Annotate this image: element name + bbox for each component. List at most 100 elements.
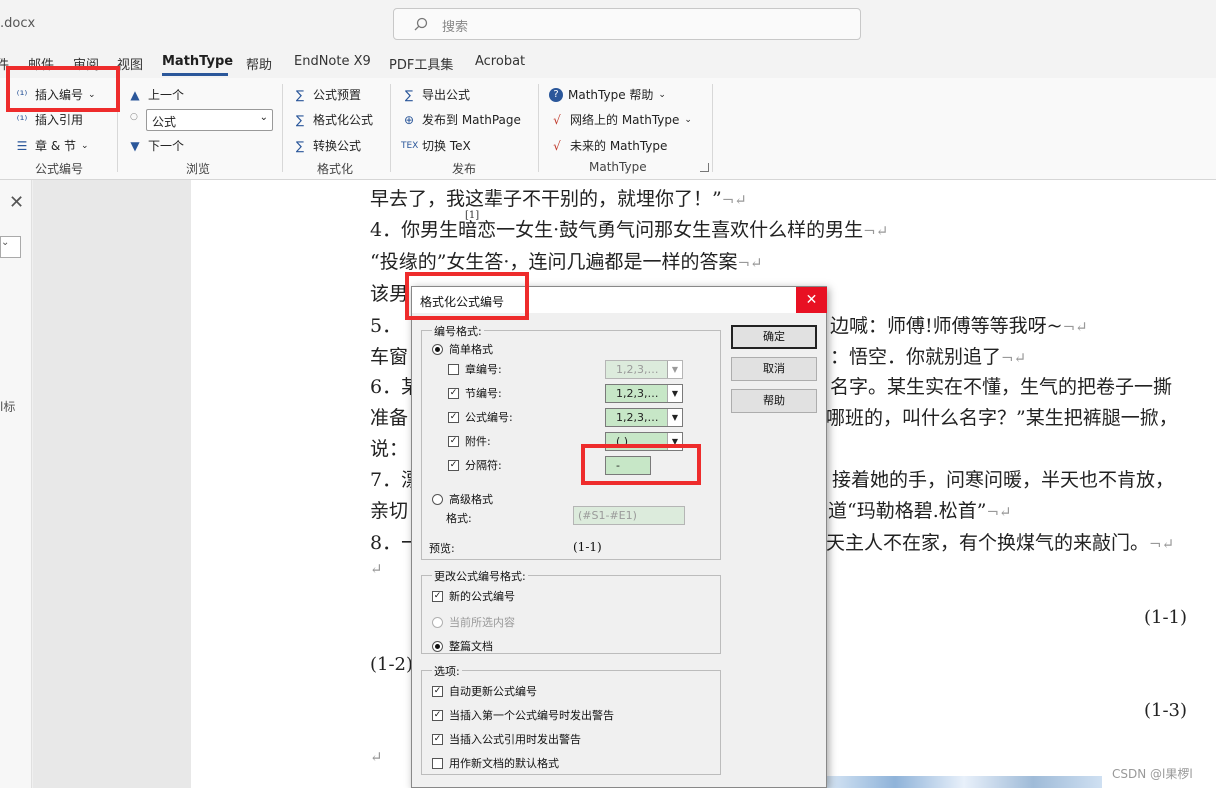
- group-separator: [712, 84, 713, 172]
- export-formula-button[interactable]: ∑ 导出公式: [401, 86, 470, 103]
- mathtype-online-label: 网络上的 MathType: [570, 113, 680, 127]
- separator-checkbox[interactable]: ✓ 分隔符:: [448, 457, 502, 473]
- next-button[interactable]: ▼ 下一个: [127, 137, 184, 154]
- chapter-section-button[interactable]: ☰ 章 & 节 ⌄: [14, 137, 89, 154]
- tab-mathtype[interactable]: MathType: [162, 54, 233, 69]
- mathtype-help-label: MathType 帮助: [568, 88, 654, 102]
- format-equation-numbers-dialog: 格式化公式编号 ✕ 编号格式: 简单格式 章编号: 1,2,3,… ▼ ✓ 节编号:…: [411, 286, 827, 788]
- document-image: [826, 776, 1102, 788]
- whole-document-radio[interactable]: 整篇文档: [432, 638, 493, 654]
- chevron-down-icon: ⌄: [81, 140, 89, 151]
- globe-icon: ⊕: [403, 112, 415, 127]
- toggle-tex-button[interactable]: TEX 切换 TeX: [401, 137, 471, 154]
- equation-number: (1-1): [1144, 607, 1188, 628]
- preview-label: 预览:: [429, 542, 455, 555]
- equation-number-checkbox[interactable]: ✓ 公式编号:: [448, 409, 513, 425]
- insert-reference-icon: ⁽¹⁾: [16, 112, 28, 127]
- ok-button[interactable]: 确定: [731, 325, 817, 349]
- doc-line-fragment: 接着她的手，问寒问暖，半天也不肯放，: [832, 469, 1175, 491]
- dialog-launcher-icon[interactable]: [700, 163, 709, 172]
- formula-preset-button[interactable]: ∑ 公式预置: [292, 86, 361, 103]
- group-label-formula-numbering: 公式编号: [35, 162, 84, 176]
- format-label: 格式:: [446, 512, 472, 525]
- default-format-checkbox[interactable]: 用作新文档的默认格式: [432, 755, 559, 771]
- doc-line-fragment: 边喊：师傅!师傅等等我呀~¬↵: [830, 315, 1088, 337]
- chapter-number-checkbox[interactable]: 章编号:: [448, 361, 502, 377]
- ribbon: ⁽¹⁾ 插入编号 ⌄ ⁽¹⁾ 插入引用 ☰ 章 & 节 ⌄ 公式编号 ▲ 上一个…: [0, 78, 1216, 180]
- cancel-button[interactable]: 取消: [731, 357, 817, 381]
- tab-view[interactable]: 视图: [117, 54, 143, 73]
- search-box[interactable]: 搜索: [393, 8, 861, 40]
- formula-preset-label: 公式预置: [313, 88, 362, 102]
- warn-reference-checkbox[interactable]: ✓ 当插入公式引用时发出警告: [432, 731, 581, 747]
- chapter-number-select: 1,2,3,… ▼: [605, 360, 683, 379]
- chevron-down-icon: ⌄: [259, 112, 268, 123]
- navigation-pane: ✕ ⌄ l标: [0, 180, 32, 788]
- pane-text-fragment: l标: [0, 400, 16, 414]
- arrow-up-icon: ▲: [130, 87, 140, 102]
- doc-line: 早去了，我这辈子不干别的，就埋你了！”¬↵: [370, 188, 747, 210]
- footnote-reference: [1]: [465, 210, 480, 221]
- simple-format-radio[interactable]: 简单格式: [432, 341, 493, 357]
- tab-acrobat[interactable]: Acrobat: [475, 54, 525, 69]
- export-formula-label: 导出公式: [422, 88, 471, 102]
- publish-mathpage-button[interactable]: ⊕ 发布到 MathPage: [401, 111, 521, 128]
- group-title: 选项:: [432, 663, 462, 679]
- format-input: (#S1-#E1): [573, 506, 685, 525]
- section-number-select[interactable]: 1,2,3,… ▼: [605, 384, 683, 403]
- search-placeholder: 搜索: [442, 20, 469, 35]
- group-label-browse: 浏览: [186, 162, 211, 176]
- doc-line-fragment: 天主人不在家，有个换煤气的来敲门。¬↵: [826, 532, 1175, 554]
- preview-value: (1-1): [573, 540, 602, 554]
- doc-line: 说：: [370, 438, 409, 460]
- doc-line: “投缘的”女生答·，连问几遍都是一样的答案¬↵: [370, 251, 763, 273]
- warn-first-number-checkbox[interactable]: ✓ 当插入第一个公式编号时发出警告: [432, 707, 614, 723]
- browse-type-select[interactable]: 公式 ⌄: [146, 109, 273, 131]
- equation-number-select[interactable]: 1,2,3,… ▼: [605, 408, 683, 427]
- toggle-tex-label: 切换 TeX: [422, 139, 471, 153]
- document-title: .docx: [0, 16, 36, 31]
- enclosure-checkbox[interactable]: ✓ 附件:: [448, 433, 491, 449]
- paragraph-mark: ↵: [370, 560, 383, 578]
- mathtype-future-button[interactable]: √ 未来的 MathType: [549, 137, 667, 154]
- pane-dropdown[interactable]: ⌄: [0, 236, 21, 258]
- doc-line: 5．: [370, 315, 402, 337]
- group-separator: [390, 84, 391, 172]
- previous-button[interactable]: ▲ 上一个: [127, 86, 184, 103]
- ribbon-tab-bar: 件 邮件 审阅 视图 MathType 帮助 EndNote X9 PDF工具集…: [0, 48, 1216, 78]
- paragraph-mark: ↵: [370, 748, 383, 766]
- auto-update-checkbox[interactable]: ✓ 自动更新公式编号: [432, 683, 537, 699]
- highlight-dialog-title: [405, 272, 529, 320]
- chevron-down-icon: ▼: [667, 361, 682, 378]
- new-numbers-checkbox[interactable]: ✓ 新的公式编号: [432, 588, 515, 604]
- chapter-section-label: 章 & 节: [35, 139, 76, 153]
- doc-line: 4．你男生暗恋一女生·鼓气勇气问那女生喜欢什么样的男生¬↵: [370, 219, 889, 241]
- insert-reference-button[interactable]: ⁽¹⁾ 插入引用: [14, 111, 83, 128]
- arrow-down-icon: ▼: [130, 138, 140, 153]
- title-bar: .docx 搜索: [0, 0, 1216, 48]
- publish-mathpage-label: 发布到 MathPage: [422, 113, 521, 127]
- close-icon[interactable]: ✕: [796, 287, 827, 313]
- mathtype-online-button[interactable]: √ 网络上的 MathType ⌄: [549, 111, 692, 128]
- tab-help[interactable]: 帮助: [246, 54, 272, 73]
- section-number-checkbox[interactable]: ✓ 节编号:: [448, 385, 502, 401]
- advanced-format-radio[interactable]: 高级格式: [432, 491, 493, 507]
- list-icon: ☰: [16, 138, 28, 153]
- convert-formula-button[interactable]: ∑ 转换公式: [292, 137, 361, 154]
- search-icon: [414, 17, 428, 31]
- help-button[interactable]: 帮助: [731, 389, 817, 413]
- watermark: CSDN @l果椤l: [1112, 767, 1193, 781]
- chevron-down-icon: ⌄: [684, 114, 692, 125]
- group-label-publish: 发布: [452, 162, 477, 176]
- chevron-down-icon: ▼: [667, 385, 682, 402]
- tex-icon: TEX: [401, 140, 419, 151]
- close-icon[interactable]: ✕: [9, 192, 24, 213]
- equation-number: (1-2): [370, 654, 414, 675]
- doc-line: 车窗: [370, 346, 409, 368]
- browse-type-value: 公式: [152, 115, 177, 129]
- tab-endnote[interactable]: EndNote X9: [294, 54, 371, 69]
- insert-reference-label: 插入引用: [35, 113, 84, 127]
- tab-pdf-tools[interactable]: PDF工具集: [389, 54, 453, 73]
- mathtype-help-button[interactable]: ? MathType 帮助 ⌄: [549, 86, 666, 103]
- format-formula-button[interactable]: ∑ 格式化公式: [292, 111, 373, 128]
